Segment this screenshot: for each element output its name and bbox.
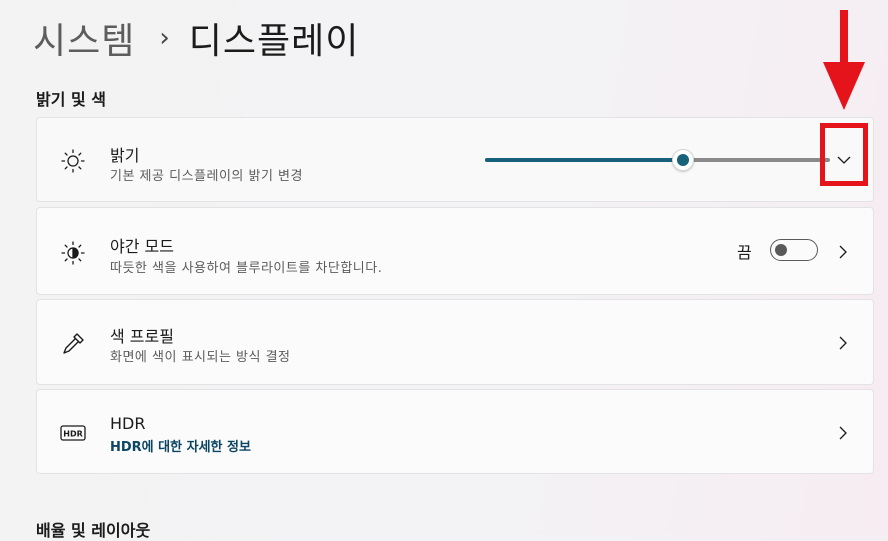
hdr-icon: HDR	[60, 425, 86, 441]
brightness-slider-fill	[485, 158, 683, 162]
brightness-subtitle: 기본 제공 디스플레이의 밝기 변경	[110, 169, 303, 184]
brightness-card[interactable]: 밝기 기본 제공 디스플레이의 밝기 변경	[36, 117, 874, 202]
night-mode-title: 야간 모드	[110, 237, 174, 256]
color-profile-subtitle: 화면에 색이 표시되는 방식 결정	[110, 350, 291, 365]
section-title-brightness-color: 밝기 및 색	[36, 90, 107, 109]
night-mode-toggle[interactable]	[770, 239, 818, 261]
sun-icon	[61, 149, 85, 173]
breadcrumb: 시스템 › 디스플레이	[33, 12, 359, 64]
hdr-card[interactable]: HDR HDR HDR에 대한 자세한 정보	[36, 389, 874, 474]
breadcrumb-separator: ›	[159, 23, 171, 53]
night-mode-state-label: 끔	[737, 243, 752, 262]
annotation-arrow-icon	[823, 10, 865, 110]
annotation-highlight-box	[820, 123, 868, 186]
svg-text:HDR: HDR	[63, 429, 83, 438]
chevron-right-icon[interactable]	[835, 335, 851, 351]
page-title: 디스플레이	[188, 21, 360, 62]
chevron-right-icon[interactable]	[835, 244, 851, 260]
toggle-knob	[775, 244, 787, 256]
breadcrumb-system-link[interactable]: 시스템	[33, 12, 135, 64]
chevron-right-icon[interactable]	[835, 425, 851, 441]
brightness-slider[interactable]	[485, 149, 830, 171]
night-mode-subtitle: 따듯한 색을 사용하여 블루라이트를 차단합니다.	[110, 261, 383, 276]
brightness-title: 밝기	[110, 146, 140, 165]
night-light-icon	[61, 241, 85, 265]
hdr-title: HDR	[110, 414, 146, 433]
section-title-scale-layout: 배율 및 레이아웃	[36, 521, 151, 540]
color-profile-title: 색 프로필	[110, 327, 174, 346]
eyedropper-icon	[63, 333, 84, 354]
night-mode-card[interactable]: 야간 모드 따듯한 색을 사용하여 블루라이트를 차단합니다. 끔	[36, 207, 874, 295]
hdr-learn-more-link[interactable]: HDR에 대한 자세한 정보	[110, 436, 251, 455]
brightness-slider-thumb[interactable]	[672, 149, 694, 171]
color-profile-card[interactable]: 색 프로필 화면에 색이 표시되는 방식 결정	[36, 299, 874, 385]
